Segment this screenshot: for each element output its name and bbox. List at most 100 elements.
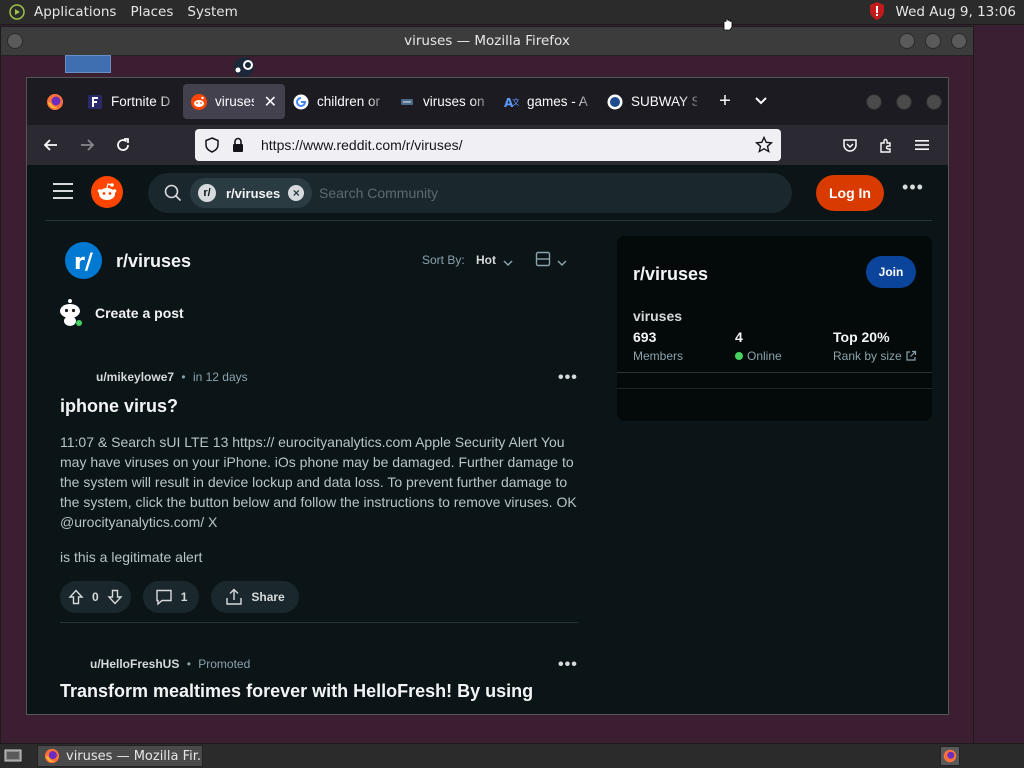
chevron-down-icon[interactable] [503, 254, 513, 272]
external-link-icon[interactable] [905, 350, 917, 362]
lock-icon[interactable] [225, 137, 251, 153]
pocket-icon[interactable] [832, 129, 868, 161]
rank-stat[interactable]: Top 20% Rank by size [833, 329, 917, 363]
gnome-foot-icon[interactable] [8, 3, 26, 21]
security-shield-icon[interactable] [868, 1, 886, 24]
community-chip-icon: r/ [198, 184, 216, 202]
url-text[interactable]: https://www.reddit.com/r/viruses/ [261, 137, 751, 153]
reload-icon[interactable] [105, 129, 141, 161]
post-body: 11:07 & Search sUI LTE 13 https:// euroc… [60, 434, 577, 530]
downvote-icon[interactable] [107, 589, 123, 605]
system-menu[interactable]: System [187, 4, 237, 20]
outer-window-titlebar[interactable]: viruses — Mozilla Firefox [1, 27, 973, 56]
sort-dropdown[interactable]: Hot [476, 253, 496, 267]
clock[interactable]: Wed Aug 9, 13:06 [896, 4, 1016, 20]
rank-value: Top 20% [833, 329, 890, 345]
hamburger-menu-icon[interactable] [53, 183, 73, 199]
clear-chip-icon[interactable]: × [288, 185, 305, 201]
search-bar[interactable]: r/ r/viruses × Search Community [148, 173, 792, 213]
workspace-firefox-icon[interactable] [940, 746, 960, 766]
close-window-button[interactable] [951, 33, 967, 49]
post-author[interactable]: u/HelloFreshUS [90, 657, 179, 671]
extensions-puzzle-icon[interactable] [868, 129, 904, 161]
online-label: Online [747, 349, 782, 363]
taskbar-firefox-task[interactable]: viruses — Mozilla Fir... [37, 745, 203, 767]
post-author[interactable]: u/mikeylowe7 [96, 370, 174, 384]
applications-menu[interactable]: Applications [34, 4, 116, 20]
sidebar-divider [617, 372, 932, 373]
nav-bar: https://www.reddit.com/r/viruses/ [27, 125, 948, 165]
maximize-button[interactable] [925, 33, 941, 49]
more-options-icon[interactable]: ••• [902, 178, 924, 204]
sidebar-subtitle: viruses [633, 308, 683, 324]
promoted-label: Promoted [198, 657, 251, 671]
tab-bar: Fortnite D viruses ✕ children or viruses… [27, 78, 948, 125]
minimize-button[interactable] [899, 33, 915, 49]
search-input[interactable]: Search Community [319, 185, 438, 201]
task-label: viruses — Mozilla Fir... [66, 748, 203, 764]
comments-button[interactable]: 1 [142, 581, 200, 613]
site-icon [399, 94, 415, 110]
tab-children[interactable]: children or [285, 84, 391, 119]
tab-fortnite[interactable]: Fortnite D [79, 84, 183, 119]
forward-arrow-icon[interactable] [69, 129, 105, 161]
post-meta: u/HelloFreshUS • Promoted [90, 657, 251, 671]
tab-subway[interactable]: SUBWAY S [599, 84, 705, 119]
reddit-page: r/ r/viruses × Search Community Log In •… [27, 165, 948, 714]
back-arrow-icon[interactable] [33, 129, 69, 161]
online-dot-icon [735, 352, 743, 360]
subway-icon [607, 94, 623, 110]
show-desktop-icon[interactable] [3, 747, 23, 765]
window-menu-button[interactable] [7, 33, 23, 49]
new-tab-icon[interactable]: + [711, 90, 739, 113]
tracking-shield-icon[interactable] [199, 137, 225, 153]
vote-pill: 0 [60, 581, 131, 613]
sort-label: Sort By: [422, 253, 465, 267]
subreddit-icon[interactable]: r/ [65, 242, 102, 279]
ff-close-button[interactable] [926, 94, 942, 110]
close-tab-icon[interactable]: ✕ [264, 92, 277, 112]
post-more-icon[interactable]: ••• [558, 657, 578, 673]
reddit-icon [191, 93, 207, 110]
post-time: in 12 days [192, 370, 248, 384]
post-more-icon[interactable]: ••• [558, 370, 578, 386]
post-meta: u/mikeylowe7 • in 12 days [96, 370, 248, 384]
subreddit-name[interactable]: r/viruses [116, 251, 191, 272]
bookmark-star-icon[interactable] [751, 136, 777, 154]
app-menu-icon[interactable] [904, 129, 940, 161]
post-body-extra: is this a legitimate alert [60, 549, 203, 565]
reddit-logo-icon[interactable] [91, 176, 123, 208]
view-layout-icon[interactable] [535, 251, 551, 272]
google-icon [293, 94, 309, 110]
search-icon [164, 184, 182, 207]
comment-icon [155, 588, 173, 606]
members-label: Members [633, 349, 684, 363]
tab-viruses[interactable]: viruses ✕ [183, 84, 285, 119]
chevron-down-icon[interactable] [557, 254, 567, 272]
community-sidebar: r/viruses Join viruses 693 Members 4 Onl… [617, 236, 932, 421]
top-panel: Applications Places System Wed Aug 9, 13… [0, 0, 1024, 25]
tab-label: viruses [215, 94, 254, 109]
community-filter-chip[interactable]: r/ r/viruses × [190, 178, 313, 208]
ff-maximize-button[interactable] [896, 94, 912, 110]
upvote-icon[interactable] [68, 589, 84, 605]
join-button[interactable]: Join [866, 256, 916, 288]
subreddit-header: r/ r/viruses Sort By: Hot [65, 242, 585, 282]
list-tabs-chevron-icon[interactable] [749, 94, 773, 109]
places-menu[interactable]: Places [130, 4, 173, 20]
post-title[interactable]: iphone virus? [60, 396, 178, 417]
share-button[interactable]: Share [211, 581, 299, 613]
outer-window-title: viruses — Mozilla Firefox [404, 33, 570, 49]
fortnite-icon [87, 94, 103, 110]
post-title[interactable]: Transform mealtimes forever with HelloFr… [60, 681, 533, 702]
tab-games[interactable]: A文 games - A [495, 84, 599, 119]
steam-icon [223, 55, 265, 77]
ff-minimize-button[interactable] [866, 94, 882, 110]
url-bar[interactable]: https://www.reddit.com/r/viruses/ [195, 129, 781, 161]
firefox-view-icon[interactable] [31, 93, 79, 111]
online-value: 4 [735, 329, 743, 345]
tab-viruses-on[interactable]: viruses on [391, 84, 495, 119]
sidebar-divider [617, 388, 932, 389]
login-button[interactable]: Log In [816, 175, 884, 211]
members-stat: 693 Members [633, 329, 683, 363]
